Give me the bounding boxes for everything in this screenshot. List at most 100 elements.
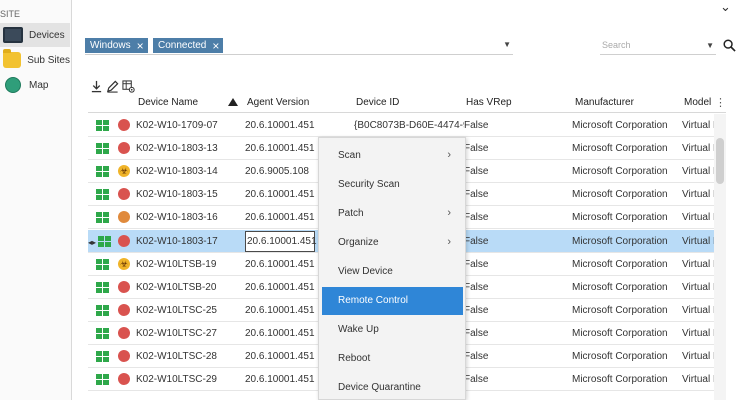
status-dot-icon [118,188,130,201]
windows-icon [96,281,109,293]
cell-device-name: K02-W10LTSC-25 [136,304,217,316]
cell-device-name: K02-W10LTSC-28 [136,351,217,362]
cell-has-vrep: False [464,212,489,224]
windows-icon [96,120,109,131]
cell-has-vrep: False [464,143,489,155]
cell-has-vrep: False [464,374,489,386]
menu-item-label: Patch [338,207,364,219]
cell-manufacturer: Microsoft Corporation [572,258,668,270]
cell-agent-version: 20.6.10001.451 [245,327,315,339]
chevron-down-icon[interactable]: ⌄ [720,0,731,15]
cell-agent-version: 20.6.10001.451 [245,304,315,316]
column-menu-icon[interactable]: ⋮ [715,96,726,109]
cell-model: Virtual M [682,351,714,362]
menu-item-label: Organize [338,236,379,248]
monitor-icon [3,27,23,43]
edit-icon[interactable] [106,80,119,93]
vertical-scrollbar[interactable] [714,114,726,400]
cell-has-vrep: False [464,258,489,270]
menu-item-wake-up[interactable]: Wake Up [322,316,463,344]
column-header-agent-version[interactable]: Agent Version [247,97,309,108]
search-icon[interactable] [723,39,736,52]
column-header-device-name[interactable]: Device Name [138,97,198,108]
cell-model: Virtual M [682,281,714,293]
table-row[interactable]: K02-W10-1709-07 20.6.10001.451 {B0C8073B-D… [88,114,714,137]
menu-item-scan[interactable]: Scan › [322,141,463,169]
drag-handle-icon[interactable]: ◂▸ [88,238,96,247]
menu-item-security-scan[interactable]: Security Scan [322,170,463,198]
cell-agent-version: 20.6.10001.451 [245,189,315,201]
menu-item-patch[interactable]: Patch › [322,199,463,227]
column-header-has-vrep[interactable]: Has VRep [466,97,512,108]
cell-device-name: K02-W10-1803-13 [136,143,218,155]
cell-manufacturer: Microsoft Corporation [572,235,668,247]
column-header-device-id[interactable]: Device ID [356,97,399,108]
grid-toolbar [90,80,135,94]
cell-agent-version: 20.6.10001.451 [245,374,315,386]
windows-icon [96,143,109,155]
menu-item-label: Device Quarantine [338,382,421,394]
cell-device-name: K02-W10-1803-14 [136,166,218,178]
cell-agent-version: 20.6.10001.451 [245,281,315,293]
cell-agent-version: 20.6.10001.451 [245,258,315,270]
search-input[interactable] [600,37,700,53]
sidebar-item-devices[interactable]: Devices [0,23,70,47]
cell-device-name: K02-W10-1803-17 [136,235,218,247]
sidebar-item-label: Devices [29,29,65,41]
cell-model: Virtual M [682,235,714,247]
cell-device-name: K02-W10LTSB-19 [136,258,217,270]
cell-manufacturer: Microsoft Corporation [572,374,668,386]
grid-header: Device Name Agent Version Device ID Has … [88,93,726,113]
status-dot-icon [118,303,130,316]
windows-icon [96,327,109,339]
status-dot-icon [118,211,130,224]
close-icon[interactable]: × [137,40,144,52]
cell-device-name: K02-W10-1803-15 [136,189,218,201]
scrollbar-thumb[interactable] [716,138,724,184]
filter-chip-connected: Connected × [153,38,224,53]
sidebar-heading: SITE [0,9,21,19]
cell-agent-version: 20.6.10001.451 [245,120,315,131]
windows-icon [96,258,109,270]
cell-has-vrep: False [464,351,489,362]
download-icon[interactable] [90,80,103,93]
menu-item-label: Security Scan [338,178,400,190]
cell-device-name: K02-W10LTSC-29 [136,374,217,386]
column-settings-icon[interactable] [122,80,135,93]
filter-chip-windows: Windows × [85,38,148,53]
cell-manufacturer: Microsoft Corporation [572,212,668,224]
caret-down-icon[interactable]: ▼ [503,40,511,49]
menu-item-remote-control[interactable]: Remote Control [322,286,463,315]
menu-item-label: Wake Up [338,324,379,336]
windows-icon [98,235,111,247]
filter-bar[interactable]: Windows × Connected × ▼ [85,37,513,55]
caret-down-icon[interactable]: ▼ [706,41,714,50]
close-icon[interactable]: × [212,40,219,52]
cell-manufacturer: Microsoft Corporation [572,304,668,316]
sort-ascending-icon[interactable] [228,98,238,106]
sidebar-item-map[interactable]: Map [0,73,70,97]
cell-agent-version: 20.6.9005.108 [245,166,309,178]
column-header-model[interactable]: Model [684,97,711,108]
windows-icon [96,304,109,316]
sidebar-item-sub-sites[interactable]: Sub Sites [0,48,70,72]
filter-chip-label: Connected [158,40,207,51]
column-header-manufacturer[interactable]: Manufacturer [575,97,634,108]
menu-item-organize[interactable]: Organize › [322,228,463,256]
windows-icon [96,374,109,386]
cell-agent-version: 20.6.10001.451 [247,235,317,247]
cell-model: Virtual M [682,258,714,270]
cell-manufacturer: Microsoft Corporation [572,120,668,131]
menu-item-label: Reboot [338,353,371,365]
menu-item-device-quarantine[interactable]: Device Quarantine [322,374,463,400]
menu-item-reboot[interactable]: Reboot [322,345,463,373]
cell-model: Virtual M [682,304,714,316]
cell-agent-version: 20.6.10001.451 [245,212,315,224]
cell-model: Virtual M [682,120,714,131]
cell-has-vrep: False [464,281,489,293]
windows-icon [96,166,109,178]
cell-model: Virtual M [682,327,714,339]
cell-device-name: K02-W10LTSC-27 [136,327,217,339]
cell-manufacturer: Microsoft Corporation [572,327,668,339]
menu-item-view-device[interactable]: View Device [322,257,463,285]
